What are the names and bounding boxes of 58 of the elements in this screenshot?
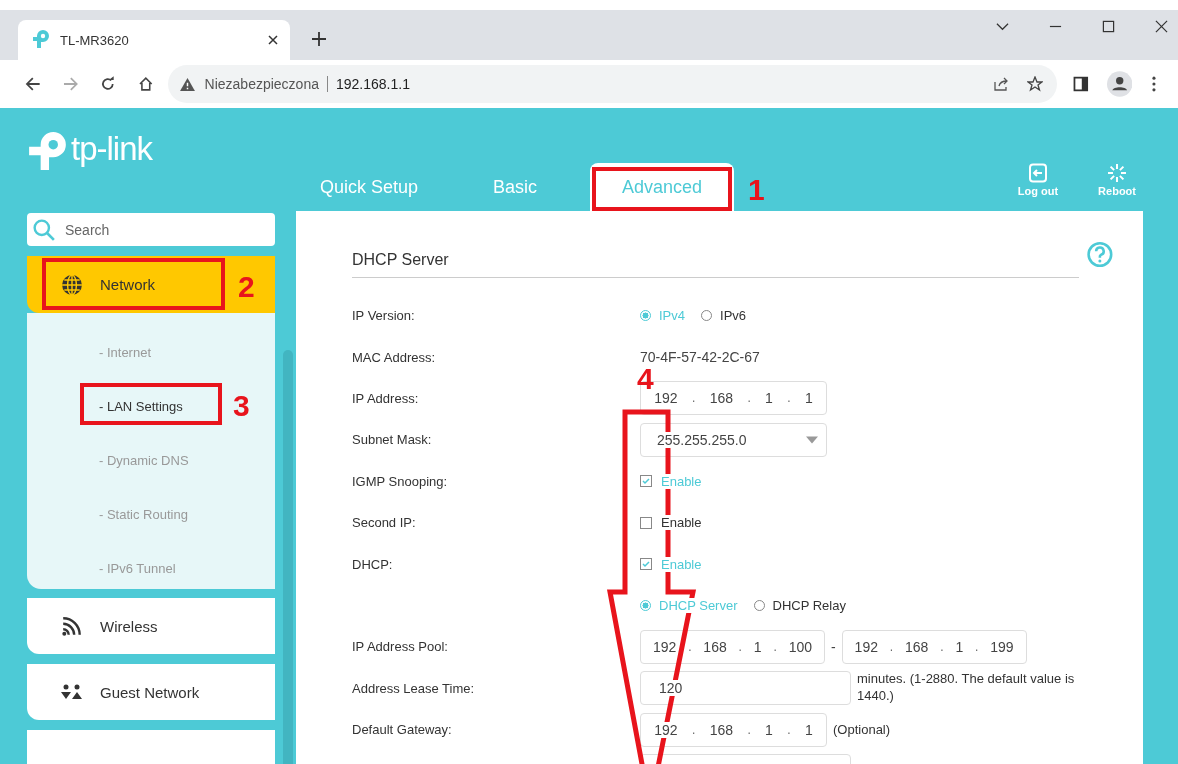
star-icon[interactable]	[1027, 76, 1044, 92]
logout-icon	[1027, 163, 1048, 183]
home-icon[interactable]	[137, 76, 154, 92]
tab-title: TL-MR3620	[60, 32, 130, 48]
field-hint: (Optional)	[833, 722, 891, 738]
wifi-icon	[61, 615, 83, 637]
profile-icon[interactable]	[1106, 71, 1133, 97]
new-tab-icon[interactable]	[312, 32, 326, 46]
close-icon[interactable]	[268, 35, 278, 45]
browser-tab[interactable]: TL-MR3620	[18, 20, 290, 60]
field-label: IP Version:	[352, 308, 415, 324]
field-value: 70-4F-57-42-2C-67	[640, 349, 760, 366]
sidebar-item[interactable]: Guest Network	[27, 664, 275, 720]
field-label: IP Address Pool:	[352, 639, 448, 655]
field-label: IGMP Snooping:	[352, 473, 448, 489]
field-label: Default Gateway:	[352, 722, 452, 738]
caret-icon	[806, 435, 818, 444]
annotation-number: 2	[238, 272, 255, 302]
field-hint: minutes. (1-2880. The default value is 1440.)	[857, 671, 1076, 706]
input-field[interactable]: 120	[640, 671, 851, 706]
warning-icon	[179, 77, 195, 91]
ip-address-field[interactable]: 192 . 168 . 1 . 199	[841, 629, 1027, 664]
spinner-icon	[1107, 163, 1128, 183]
side-panel-icon[interactable]	[1073, 76, 1089, 92]
sidebar-item[interactable]: Wireless	[27, 598, 275, 654]
field-label: Second IP:	[352, 515, 416, 531]
section-title: DHCP Server	[352, 249, 1080, 278]
close-icon[interactable]	[1155, 20, 1168, 33]
url-text: 192.168.1.1	[335, 76, 410, 92]
search-icon	[33, 219, 55, 241]
share-icon[interactable]	[993, 76, 1010, 92]
search-field[interactable]: Search	[27, 213, 275, 246]
security-label: Niezabezpieczona	[204, 76, 328, 92]
field-label: DHCP:	[352, 556, 393, 572]
annotation-number: 1	[748, 175, 765, 205]
range-dash: -	[831, 638, 836, 655]
submenu-item[interactable]: - LAN Settings	[99, 398, 183, 414]
reload-icon[interactable]	[100, 76, 116, 92]
logo-text: tp-link	[71, 130, 153, 168]
ip-address-field[interactable]: 192 . 168 . 1 . 100	[640, 629, 825, 664]
logo-icon	[30, 30, 50, 50]
annotation-number: 3	[233, 391, 250, 421]
address-bar[interactable]: Niezabezpieczona 192.168.1.1	[167, 65, 1058, 103]
maximize-icon[interactable]	[1102, 20, 1115, 33]
chevron-down-icon[interactable]	[996, 20, 1009, 33]
field-label: Subnet Mask:	[352, 432, 432, 448]
check-icon	[641, 476, 651, 487]
sidebar-item[interactable]: Network 2	[27, 256, 275, 313]
dropdown-field[interactable]: 255.255.255.0	[640, 422, 827, 457]
field-label: Address Lease Time:	[352, 680, 475, 696]
field-label: IP Address:	[352, 390, 419, 406]
logo-icon	[27, 130, 69, 172]
check-icon	[641, 559, 651, 570]
globe-icon	[61, 273, 83, 296]
field-label: MAC Address:	[352, 349, 436, 365]
ip-address-field[interactable]: 192 . 168 . 1 . 1	[640, 712, 827, 747]
menu-icon[interactable]	[1152, 76, 1157, 92]
back-icon[interactable]	[25, 76, 41, 92]
